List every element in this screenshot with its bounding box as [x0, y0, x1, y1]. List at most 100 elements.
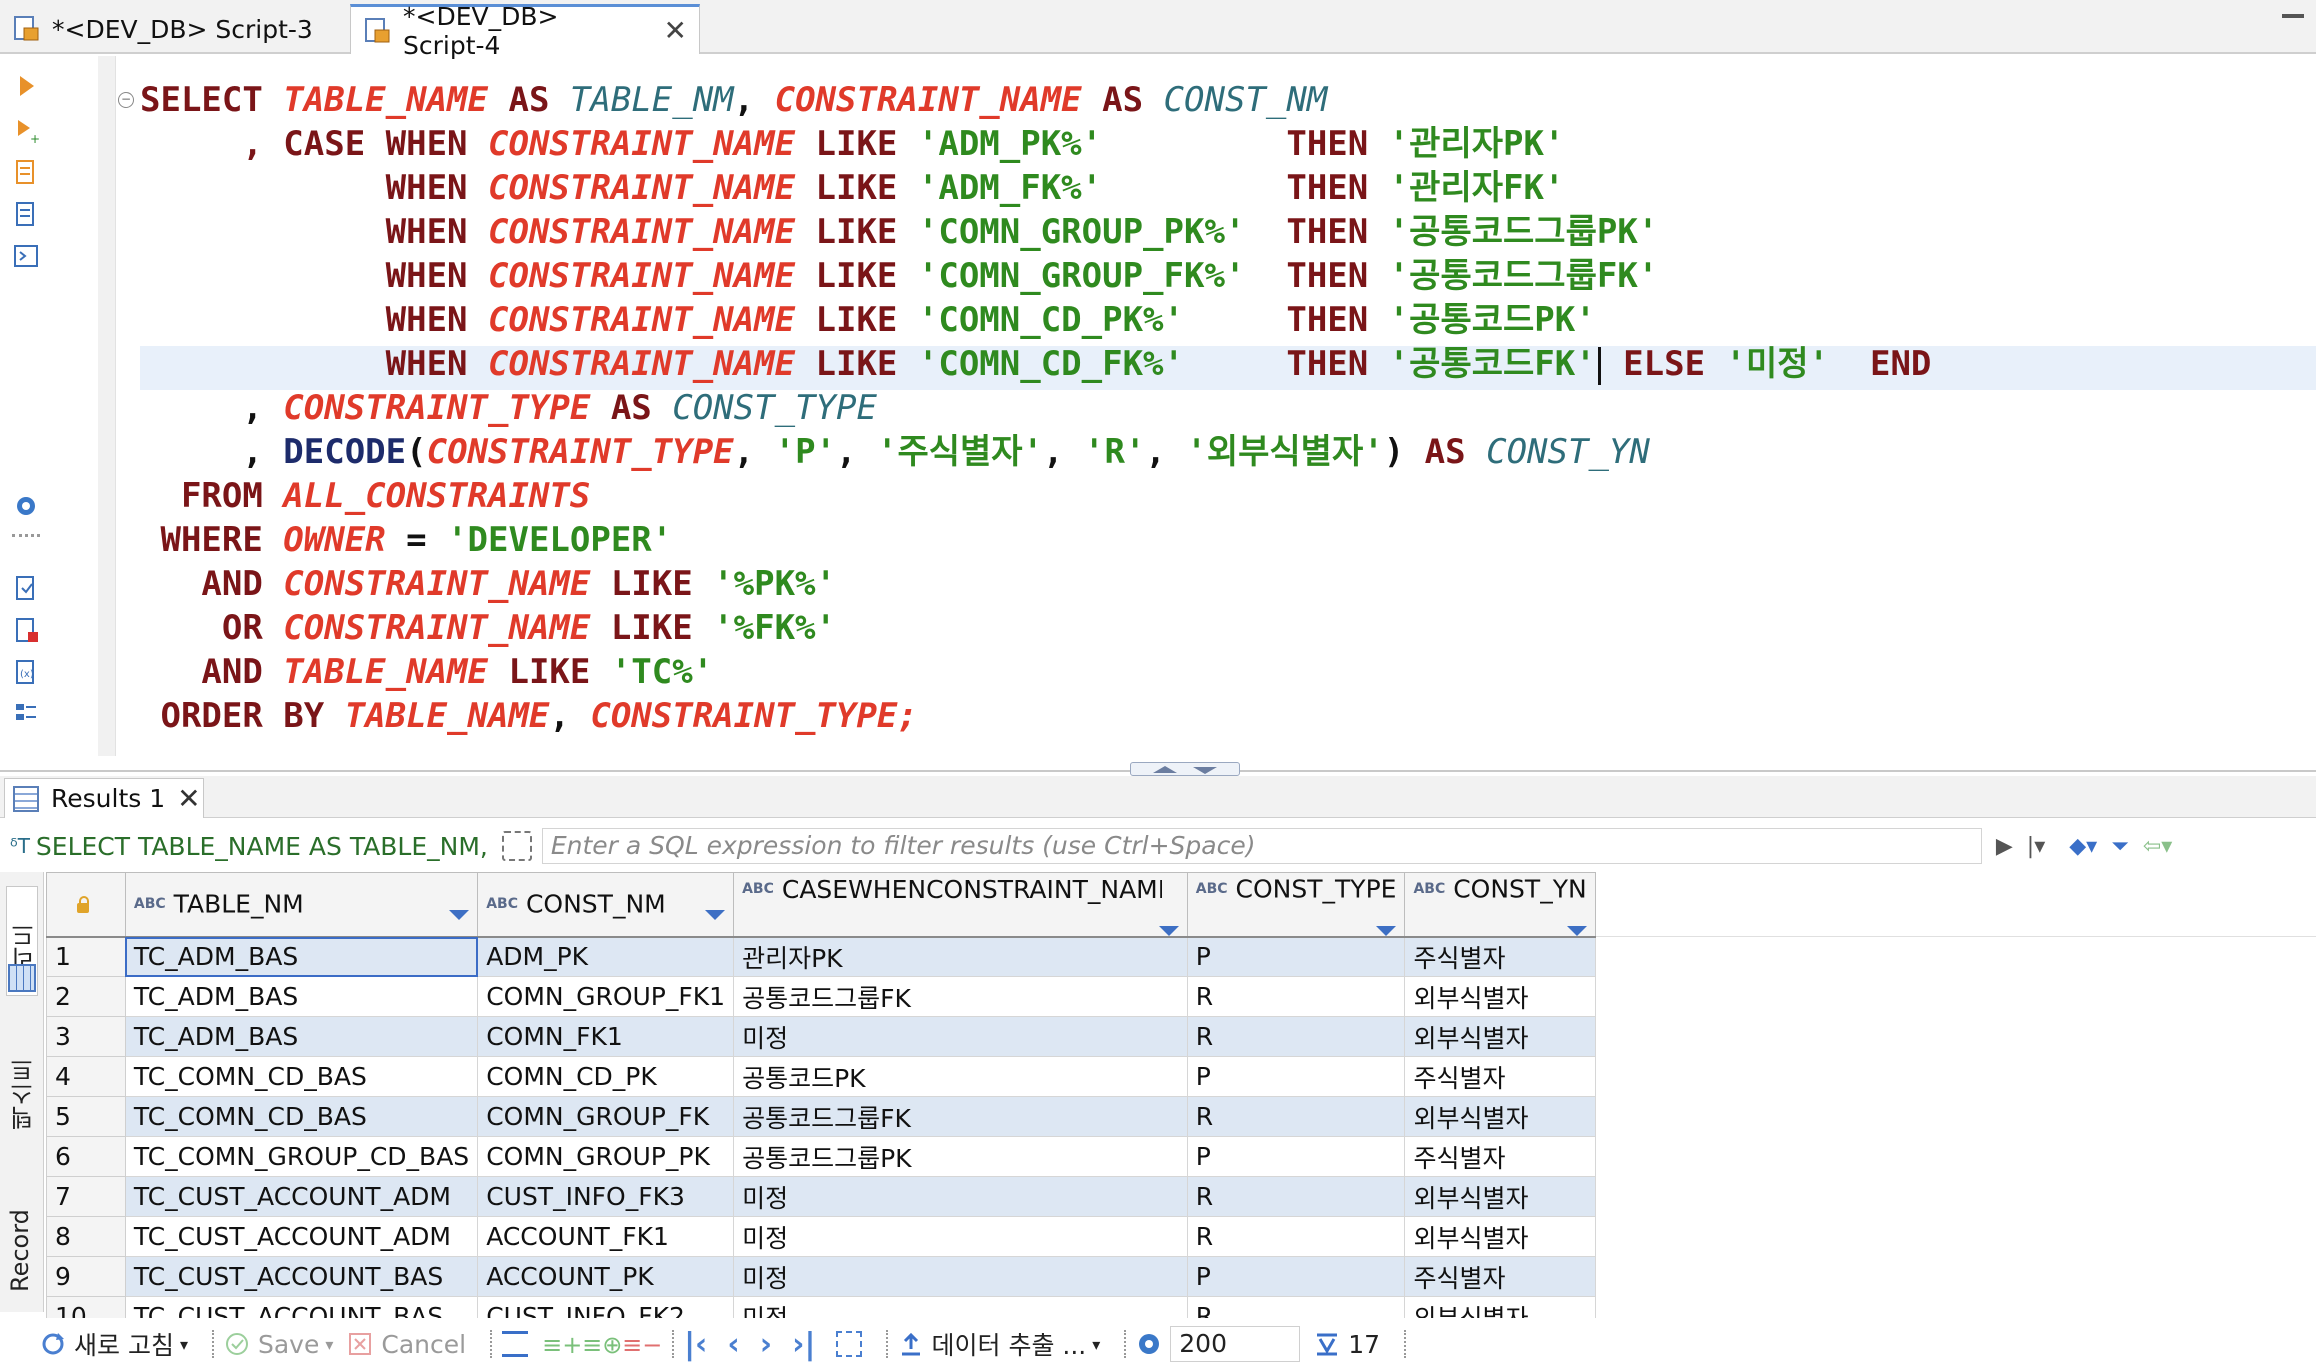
- last-page-icon[interactable]: ›|: [792, 1327, 815, 1362]
- sort-arrow-icon[interactable]: [705, 910, 726, 921]
- chevron-down-icon[interactable]: ▾: [325, 1335, 333, 1354]
- cell-case-value[interactable]: 관리자PK: [733, 936, 1188, 977]
- execute-statement-icon[interactable]: [12, 72, 40, 100]
- cell-const-nm[interactable]: COMN_CD_PK: [477, 1056, 735, 1097]
- filter-history-icon[interactable]: |▾: [2027, 834, 2045, 859]
- chevron-down-icon[interactable]: ▾: [1092, 1335, 1100, 1354]
- copy-row-icon[interactable]: ≡⊕: [582, 1331, 622, 1359]
- export-data-button[interactable]: 데이터 추출 ... ▾: [898, 1326, 1100, 1362]
- cell-const-type[interactable]: R: [1186, 976, 1406, 1017]
- cell-row-number[interactable]: 7: [46, 1176, 126, 1217]
- cell-table-nm[interactable]: TC_CUST_ACCOUNT_BAS: [124, 1296, 479, 1318]
- cell-case-value[interactable]: 미정: [733, 1176, 1188, 1217]
- tab-text-view[interactable]: 텍스트: [6, 1020, 38, 1130]
- fold-collapse-icon[interactable]: −: [118, 92, 134, 108]
- cell-const-type[interactable]: R: [1186, 1016, 1406, 1057]
- cell-case-value[interactable]: 미정: [733, 1296, 1188, 1318]
- column-header-const-nm[interactable]: ABC CONST_NM: [477, 872, 735, 938]
- sort-arrow-icon[interactable]: [1566, 925, 1587, 935]
- cell-const-yn[interactable]: 외부식별자: [1404, 1216, 1596, 1257]
- cell-row-number[interactable]: 1: [46, 936, 126, 977]
- outline-icon[interactable]: [12, 700, 40, 728]
- chevron-down-icon[interactable]: ▾: [180, 1335, 188, 1354]
- chevron-down-icon[interactable]: [1193, 767, 1217, 774]
- table-row[interactable]: 5 TC_COMN_CD_BAS COMN_GROUP_FK 공통코드그룹FK R 외부식…: [46, 1096, 2316, 1137]
- cell-table-nm[interactable]: TC_COMN_CD_BAS: [124, 1056, 479, 1097]
- close-icon[interactable]: ✕: [664, 14, 687, 47]
- terminal-icon[interactable]: [12, 242, 40, 270]
- cell-case-value[interactable]: 공통코드그룹PK: [733, 1136, 1188, 1177]
- variables-icon[interactable]: (x): [12, 658, 40, 686]
- filter-expand-icon[interactable]: [501, 831, 532, 861]
- cell-const-type[interactable]: P: [1186, 936, 1406, 977]
- cancel-button[interactable]: Cancel: [347, 1330, 466, 1359]
- table-row[interactable]: 8 TC_CUST_ACCOUNT_ADM ACCOUNT_FK1 미정 R 외부식별자: [46, 1216, 2316, 1257]
- cell-row-number[interactable]: 8: [46, 1216, 126, 1257]
- table-row[interactable]: 9 TC_CUST_ACCOUNT_BAS ACCOUNT_PK 미정 P 주식별자: [46, 1256, 2316, 1297]
- cell-const-nm[interactable]: ACCOUNT_PK: [477, 1256, 735, 1297]
- explain-plan-icon[interactable]: [12, 200, 40, 228]
- cell-const-yn[interactable]: 외부식별자: [1404, 1176, 1596, 1217]
- column-header-case[interactable]: ABCCASEWHENCONSTRAINT_NAMELIKE'ADM_PK%: [733, 872, 1188, 938]
- filter-input[interactable]: Enter a SQL expression to filter results…: [541, 828, 1982, 864]
- cell-table-nm[interactable]: TC_CUST_ACCOUNT_ADM: [124, 1176, 479, 1217]
- cell-row-number[interactable]: 10: [46, 1296, 126, 1318]
- cell-const-nm[interactable]: CUST_INFO_FK3: [477, 1176, 735, 1217]
- cell-row-number[interactable]: 4: [46, 1056, 126, 1097]
- table-row[interactable]: 1 TC_ADM_BAS ADM_PK 관리자PK P 주식별자: [46, 936, 2316, 977]
- tab-script-3[interactable]: *<DEV_DB> Script-3: [0, 4, 348, 54]
- tab-script-4[interactable]: *<DEV_DB> Script-4 ✕: [350, 2, 700, 60]
- export-icon[interactable]: [12, 574, 40, 602]
- cell-const-type[interactable]: R: [1186, 1176, 1406, 1217]
- row-count[interactable]: 17: [1314, 1330, 1380, 1359]
- cell-case-value[interactable]: 미정: [733, 1016, 1188, 1057]
- sort-arrow-icon[interactable]: [1376, 925, 1397, 935]
- cell-table-nm[interactable]: TC_COMN_GROUP_CD_BAS: [124, 1136, 479, 1177]
- refresh-button[interactable]: 새로 고침 ▾: [40, 1326, 188, 1362]
- execute-script-icon[interactable]: [12, 158, 40, 186]
- cell-row-number[interactable]: 5: [46, 1096, 126, 1137]
- tab-results-1[interactable]: Results 1 ✕: [4, 778, 204, 818]
- cell-row-number[interactable]: 2: [46, 976, 126, 1017]
- previous-page-icon[interactable]: ‹: [727, 1327, 739, 1362]
- cell-case-value[interactable]: 공통코드그룹FK: [733, 976, 1188, 1017]
- query-preview[interactable]: ᵟT SELECT TABLE_NAME AS TABLE_NM,: [10, 832, 488, 861]
- table-row[interactable]: 10 TC_CUST_ACCOUNT_BAS CUST_INFO_FK2 미정 R 외부식…: [46, 1296, 2316, 1318]
- cell-const-nm[interactable]: COMN_GROUP_FK: [477, 1096, 735, 1137]
- cell-const-nm[interactable]: ADM_PK: [477, 936, 735, 977]
- gear-icon[interactable]: [1136, 1331, 1162, 1357]
- sort-arrow-icon[interactable]: [449, 910, 470, 921]
- problems-icon[interactable]: [12, 616, 40, 644]
- grid-icon[interactable]: [8, 964, 36, 992]
- cell-const-type[interactable]: R: [1186, 1096, 1406, 1137]
- cell-const-yn[interactable]: 주식별자: [1404, 936, 1596, 977]
- column-header-table-nm[interactable]: ABC TABLE_NM: [124, 872, 479, 938]
- cell-const-yn[interactable]: 주식별자: [1404, 1256, 1596, 1297]
- save-button[interactable]: Save ▾: [224, 1330, 333, 1359]
- cell-const-type[interactable]: R: [1186, 1216, 1406, 1257]
- apply-filter-icon[interactable]: ▶: [1996, 834, 2013, 859]
- cell-case-value[interactable]: 미정: [733, 1256, 1188, 1297]
- chevron-up-icon[interactable]: [1153, 766, 1177, 773]
- cell-const-yn[interactable]: 주식별자: [1404, 1136, 1596, 1177]
- panel-splitter-handle[interactable]: [1130, 762, 1240, 776]
- cell-table-nm[interactable]: TC_ADM_BAS: [124, 1016, 479, 1057]
- row-number-header[interactable]: [46, 872, 126, 938]
- cell-table-nm[interactable]: TC_CUST_ACCOUNT_BAS: [124, 1256, 479, 1297]
- filter-icon[interactable]: ⏷: [2111, 834, 2129, 859]
- cell-table-nm[interactable]: TC_ADM_BAS: [124, 976, 479, 1017]
- cell-const-nm[interactable]: COMN_GROUP_FK1: [477, 976, 735, 1017]
- cell-const-type[interactable]: P: [1186, 1136, 1406, 1177]
- table-row[interactable]: 4 TC_COMN_CD_BAS COMN_CD_PK 공통코드PK P 주식별자: [46, 1056, 2316, 1097]
- cell-row-number[interactable]: 9: [46, 1256, 126, 1297]
- column-header-const-type[interactable]: ABC CONST_TYPE: [1186, 872, 1406, 938]
- next-page-icon[interactable]: ›: [760, 1327, 772, 1362]
- close-icon[interactable]: ✕: [177, 782, 200, 815]
- cell-const-yn[interactable]: 외부식별자: [1404, 1296, 1596, 1318]
- sql-editor[interactable]: SELECT TABLE_NAME AS TABLE_NM, CONSTRAIN…: [140, 78, 2300, 738]
- cell-const-type[interactable]: P: [1186, 1056, 1406, 1097]
- back-arrow-icon[interactable]: ⇦▾: [2143, 834, 2172, 859]
- cell-const-nm[interactable]: COMN_GROUP_PK: [477, 1136, 735, 1177]
- cell-table-nm[interactable]: TC_ADM_BAS: [124, 936, 479, 977]
- eraser-icon[interactable]: ◆▾: [2069, 834, 2097, 859]
